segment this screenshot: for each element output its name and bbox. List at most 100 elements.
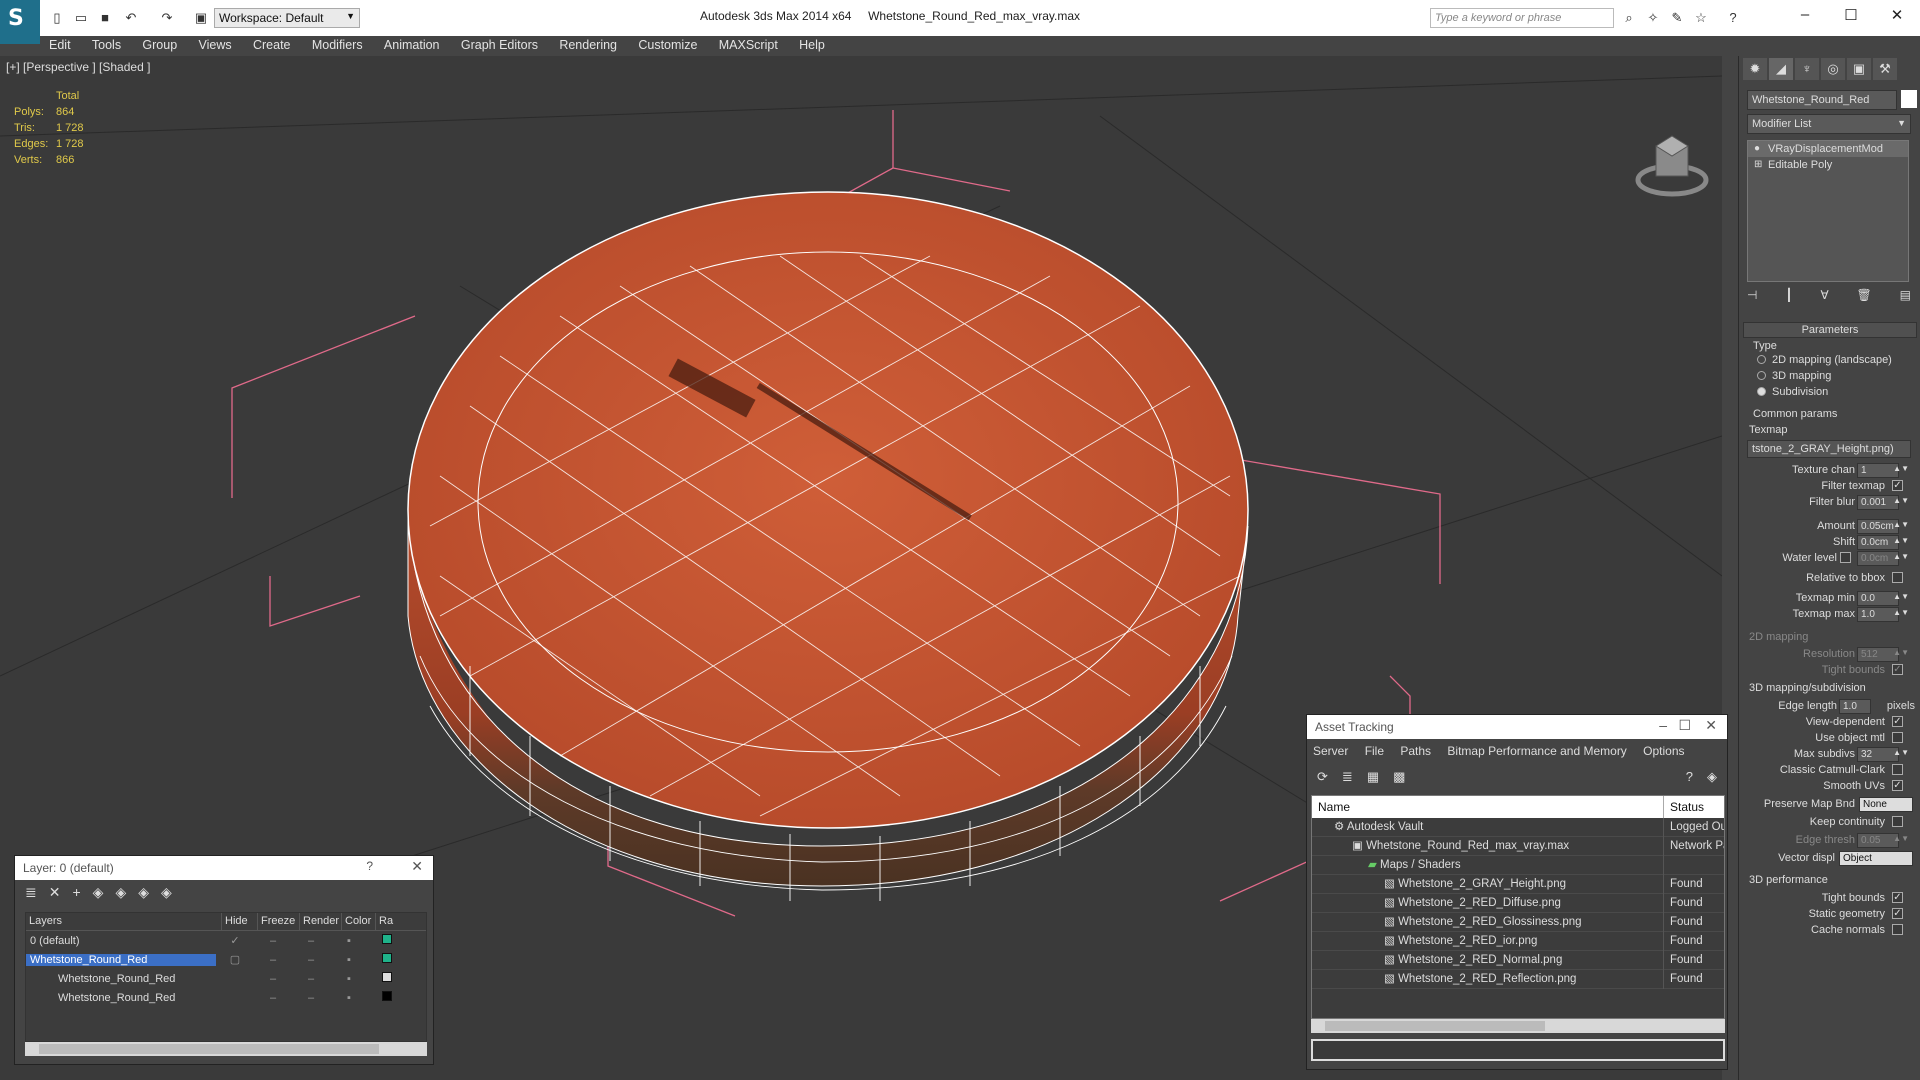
list-view-icon[interactable]: ≣ <box>1342 769 1353 787</box>
table-view-icon[interactable]: ▩ <box>1393 769 1405 787</box>
lightbulb-icon[interactable]: ● <box>1754 141 1760 157</box>
texmap-button[interactable]: tstone_2_GRAY_Height.png) <box>1747 440 1911 458</box>
dialog-title-bar[interactable]: Layer: 0 (default) ? ✕ <box>15 856 433 880</box>
radio-2d-mapping[interactable]: 2D mapping (landscape) <box>1757 354 1892 366</box>
spinner-icon[interactable]: ▲▼ <box>1893 520 1909 529</box>
col-render[interactable]: Render <box>300 913 342 930</box>
modify-tab-icon[interactable]: ◢ <box>1769 58 1793 80</box>
display-tab-icon[interactable]: ▣ <box>1847 58 1871 80</box>
pin-stack-icon[interactable]: ⊣ <box>1747 288 1757 308</box>
table-row[interactable]: 0 (default) ✓ – – ▪ <box>26 931 426 950</box>
table-row[interactable]: Whetstone_Round_Red – – ▪ <box>26 988 426 1007</box>
close-button[interactable]: ✕ <box>1705 717 1717 734</box>
menu-modifiers[interactable]: Modifiers <box>303 36 372 54</box>
dialog-title-bar[interactable]: Asset Tracking – ☐ ✕ <box>1307 715 1727 739</box>
relative-bbox-checkbox[interactable] <box>1892 572 1903 583</box>
active-layer-box-icon[interactable]: ▢ <box>216 953 254 966</box>
table-row[interactable]: ▧ Whetstone_2_RED_Glossiness.png Found <box>1312 912 1724 932</box>
spinner-icon[interactable]: ▲▼ <box>1893 834 1909 843</box>
communication-icon[interactable]: ✎ <box>1668 10 1686 26</box>
menu-tools[interactable]: Tools <box>83 36 130 54</box>
menu-customize[interactable]: Customize <box>629 36 706 54</box>
utilities-tab-icon[interactable]: ⚒ <box>1873 58 1897 80</box>
table-row[interactable]: Whetstone_Round_Red – – ▪ <box>26 969 426 988</box>
use-object-mtl-checkbox[interactable] <box>1892 732 1903 743</box>
col-freeze[interactable]: Freeze <box>258 913 300 930</box>
search-input[interactable]: Type a keyword or phrase <box>1430 8 1614 28</box>
spinner-icon[interactable]: ▲▼ <box>1893 608 1909 617</box>
app-logo-button[interactable]: S <box>0 0 40 44</box>
undo-icon[interactable]: ↶ <box>122 10 140 26</box>
close-button[interactable]: ✕ <box>1882 6 1912 26</box>
close-button[interactable]: ✕ <box>411 858 423 875</box>
spinner-icon[interactable]: ▲▼ <box>1893 464 1909 473</box>
menu-maxscript[interactable]: MAXScript <box>710 36 787 54</box>
col-hide[interactable]: Hide <box>222 913 258 930</box>
workspace-dropdown[interactable]: Workspace: Default ▼ <box>214 8 360 28</box>
menu-group[interactable]: Group <box>133 36 186 54</box>
delete-layer-icon[interactable]: ✕ <box>49 884 61 902</box>
vector-displ-dropdown[interactable]: Object <box>1839 851 1913 866</box>
new-file-icon[interactable]: ▯ <box>48 10 66 26</box>
table-row[interactable]: ▧ Whetstone_2_RED_Normal.png Found <box>1312 950 1724 970</box>
menu-paths[interactable]: Paths <box>1400 744 1431 758</box>
radio-3d-mapping[interactable]: 3D mapping <box>1757 370 1831 382</box>
stack-item-vraydisplacement[interactable]: ● VRayDisplacementMod <box>1748 141 1908 157</box>
stack-item-editable-poly[interactable]: ⊞ Editable Poly <box>1748 157 1908 173</box>
binoculars-icon[interactable]: ⌕ <box>1620 10 1638 26</box>
show-end-result-icon[interactable]: ┃ <box>1785 288 1792 308</box>
highlight-layer-icon[interactable]: ◈ <box>115 884 126 902</box>
radio-subdivision[interactable]: Subdivision <box>1757 386 1828 398</box>
water-level-checkbox[interactable] <box>1840 552 1851 563</box>
freeze-all-icon[interactable]: ◈ <box>161 884 172 902</box>
help-icon[interactable]: ? <box>1686 769 1693 787</box>
smooth-uvs-checkbox[interactable]: ✓ <box>1892 780 1903 791</box>
save-icon[interactable]: ■ <box>96 10 114 26</box>
path-input[interactable] <box>1311 1039 1725 1061</box>
thumbnail-view-icon[interactable]: ▦ <box>1367 769 1379 787</box>
checkmark-icon[interactable]: ✓ <box>216 934 254 947</box>
remove-modifier-icon[interactable]: 🗑 <box>1857 288 1872 308</box>
motion-tab-icon[interactable]: ◎ <box>1821 58 1845 80</box>
create-tab-icon[interactable]: ✹ <box>1743 58 1767 80</box>
menu-help[interactable]: Help <box>790 36 834 54</box>
layer-color-swatch[interactable] <box>382 934 392 944</box>
select-objects-icon[interactable]: ◈ <box>93 884 104 902</box>
scrollbar-thumb[interactable] <box>1325 1021 1545 1031</box>
col-layers[interactable]: Layers <box>26 913 222 930</box>
col-color[interactable]: Color <box>342 913 376 930</box>
help-icon[interactable]: ? <box>1724 10 1742 26</box>
maximize-button[interactable]: ☐ <box>1836 6 1866 26</box>
viewport-label[interactable]: [+] [Perspective ] [Shaded ] <box>6 60 150 74</box>
subscription-icon[interactable]: ✧ <box>1644 10 1662 26</box>
table-row[interactable]: ▰ Maps / Shaders <box>1312 855 1724 875</box>
minimize-button[interactable]: – <box>1659 717 1667 733</box>
menu-views[interactable]: Views <box>190 36 241 54</box>
add-layer-icon[interactable]: + <box>72 884 80 902</box>
table-row[interactable]: ▧ Whetstone_2_RED_ior.png Found <box>1312 931 1724 951</box>
layer-settings-icon[interactable]: ≣ <box>25 884 37 902</box>
col-status[interactable]: Status <box>1664 796 1710 818</box>
menu-bitmap-performance[interactable]: Bitmap Performance and Memory <box>1447 744 1626 758</box>
menu-graph-editors[interactable]: Graph Editors <box>452 36 547 54</box>
menu-animation[interactable]: Animation <box>375 36 449 54</box>
hierarchy-tab-icon[interactable]: ♆ <box>1795 58 1819 80</box>
col-name[interactable]: Name <box>1312 796 1664 818</box>
static-geometry-checkbox[interactable]: ✓ <box>1892 908 1903 919</box>
tight-bounds-2d-checkbox[interactable]: ✓ <box>1892 664 1903 675</box>
make-unique-icon[interactable]: ∀ <box>1820 288 1828 308</box>
redo-icon[interactable]: ↷ <box>158 10 176 26</box>
hide-all-icon[interactable]: ◈ <box>138 884 149 902</box>
menu-create[interactable]: Create <box>244 36 300 54</box>
menu-server[interactable]: Server <box>1313 744 1348 758</box>
object-color-swatch[interactable] <box>1901 90 1917 108</box>
spinner-icon[interactable]: ▲▼ <box>1893 592 1909 601</box>
maximize-button[interactable]: ☐ <box>1678 717 1691 734</box>
layer-color-swatch[interactable] <box>382 991 392 1001</box>
classic-catmull-checkbox[interactable] <box>1892 764 1903 775</box>
menu-rendering[interactable]: Rendering <box>550 36 626 54</box>
object-name-field[interactable]: Whetstone_Round_Red <box>1747 90 1897 110</box>
table-row[interactable]: ▧ Whetstone_2_RED_Diffuse.png Found <box>1312 893 1724 913</box>
highlight-icon[interactable]: ◈ <box>1707 769 1717 787</box>
filter-texmap-checkbox[interactable]: ✓ <box>1892 480 1903 491</box>
